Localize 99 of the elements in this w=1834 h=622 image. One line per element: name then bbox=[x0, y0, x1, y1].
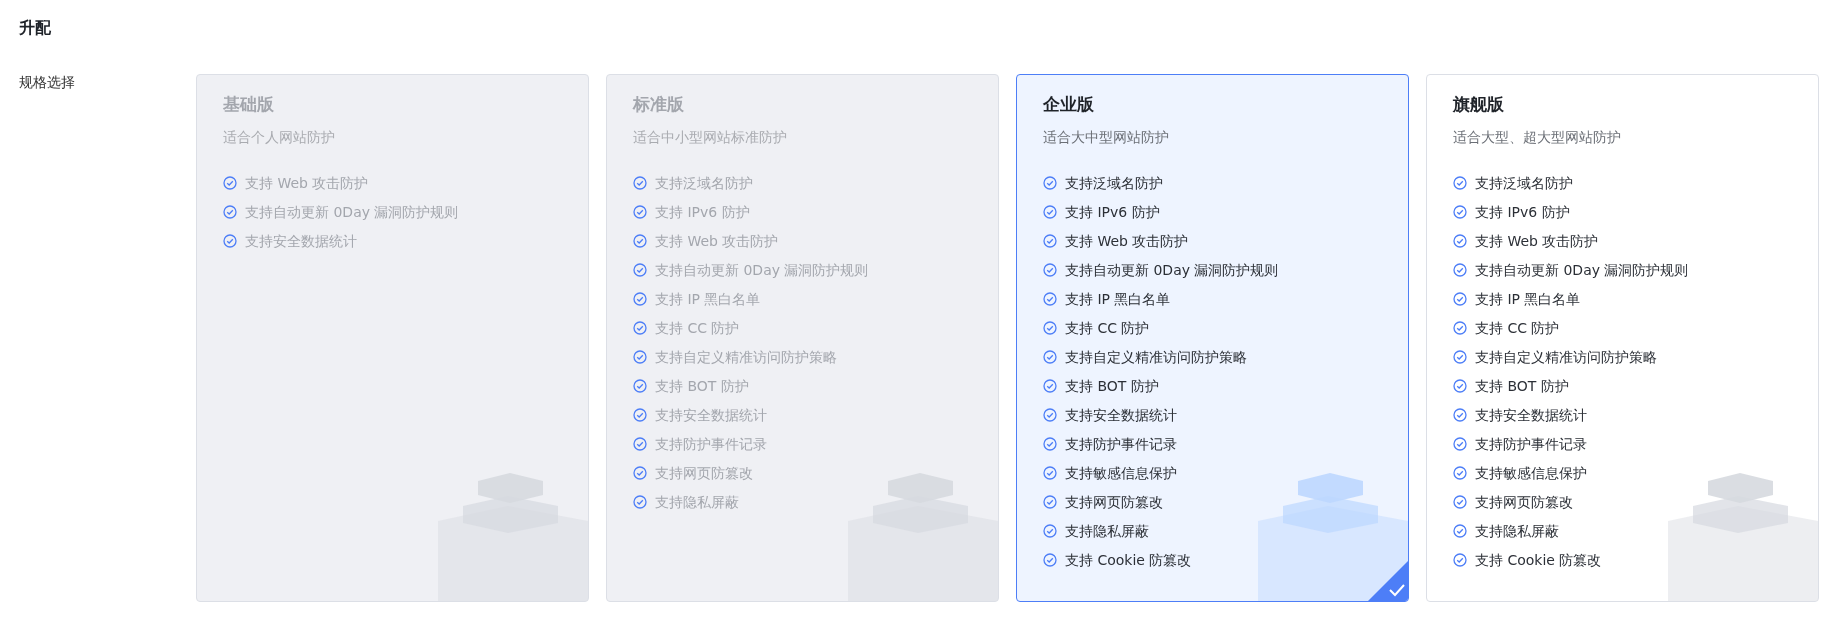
feature-text: 支持 CC 防护 bbox=[655, 319, 740, 338]
check-circle-icon bbox=[1453, 234, 1467, 248]
check-circle-icon bbox=[1453, 466, 1467, 480]
check-circle-icon bbox=[633, 466, 647, 480]
feature-text: 支持 Web 攻击防护 bbox=[1065, 232, 1189, 251]
feature-text: 支持泛域名防护 bbox=[1475, 174, 1573, 193]
check-circle-icon bbox=[633, 495, 647, 509]
feature-text: 支持自定义精准访问防护策略 bbox=[1475, 348, 1657, 367]
feature-text: 支持安全数据统计 bbox=[245, 232, 357, 251]
feature-text: 支持 BOT 防护 bbox=[1475, 377, 1569, 396]
plan-description: 适合大型、超大型网站防护 bbox=[1453, 129, 1622, 147]
check-circle-icon bbox=[633, 176, 647, 190]
feature-text: 支持敏感信息保护 bbox=[1475, 464, 1587, 483]
feature-text: 支持自动更新 0Day 漏洞防护规则 bbox=[1065, 261, 1279, 280]
feature-text: 支持 IP 黑白名单 bbox=[655, 290, 761, 309]
feature-text: 支持 IP 黑白名单 bbox=[1065, 290, 1171, 309]
feature-text: 支持防护事件记录 bbox=[1475, 435, 1587, 454]
feature-text: 支持 Web 攻击防护 bbox=[245, 174, 369, 193]
feature-text: 支持 IPv6 防护 bbox=[655, 203, 750, 222]
check-circle-icon bbox=[633, 292, 647, 306]
check-circle-icon bbox=[633, 234, 647, 248]
check-circle-icon bbox=[1043, 234, 1057, 248]
check-circle-icon bbox=[633, 437, 647, 451]
check-circle-icon bbox=[1043, 292, 1057, 306]
check-circle-icon bbox=[223, 205, 237, 219]
check-circle-icon bbox=[223, 234, 237, 248]
feature-text: 支持网页防篡改 bbox=[655, 464, 753, 483]
plan-description: 适合中小型网站标准防护 bbox=[633, 129, 788, 147]
check-circle-icon bbox=[1453, 205, 1467, 219]
feature-text: 支持 BOT 防护 bbox=[1065, 377, 1159, 396]
check-circle-icon bbox=[1043, 437, 1057, 451]
feature-text: 支持 IP 黑白名单 bbox=[1475, 290, 1581, 309]
feature-text: 支持敏感信息保护 bbox=[1065, 464, 1177, 483]
feature-text: 支持 Cookie 防篡改 bbox=[1065, 551, 1192, 570]
selected-corner-icon bbox=[1368, 561, 1408, 601]
feature-text: 支持安全数据统计 bbox=[1065, 406, 1177, 425]
feature-text: 支持泛域名防护 bbox=[655, 174, 753, 193]
check-circle-icon bbox=[1043, 205, 1057, 219]
check-circle-icon bbox=[1453, 379, 1467, 393]
page-title: 升配 bbox=[19, 18, 52, 39]
check-circle-icon bbox=[1043, 466, 1057, 480]
check-circle-icon bbox=[223, 176, 237, 190]
feature-text: 支持 IPv6 防护 bbox=[1065, 203, 1160, 222]
feature-text: 支持隐私屏蔽 bbox=[1475, 522, 1559, 541]
field-label: 规格选择 bbox=[19, 74, 76, 92]
feature-text: 支持 CC 防护 bbox=[1475, 319, 1560, 338]
check-circle-icon bbox=[1453, 437, 1467, 451]
check-circle-icon bbox=[633, 205, 647, 219]
feature-text: 支持安全数据统计 bbox=[655, 406, 767, 425]
feature-text: 支持自动更新 0Day 漏洞防护规则 bbox=[655, 261, 869, 280]
check-circle-icon bbox=[633, 350, 647, 364]
feature-text: 支持自动更新 0Day 漏洞防护规则 bbox=[245, 203, 459, 222]
check-circle-icon bbox=[1043, 263, 1057, 277]
feature-text: 支持安全数据统计 bbox=[1475, 406, 1587, 425]
feature-text: 支持隐私屏蔽 bbox=[655, 493, 739, 512]
feature-text: 支持泛域名防护 bbox=[1065, 174, 1163, 193]
feature-text: 支持防护事件记录 bbox=[1065, 435, 1177, 454]
check-circle-icon bbox=[1453, 176, 1467, 190]
check-circle-icon bbox=[1043, 350, 1057, 364]
feature-text: 支持网页防篡改 bbox=[1475, 493, 1573, 512]
check-circle-icon bbox=[1453, 408, 1467, 422]
feature-text: 支持防护事件记录 bbox=[655, 435, 767, 454]
check-circle-icon bbox=[1453, 321, 1467, 335]
check-circle-icon bbox=[633, 408, 647, 422]
plan-card[interactable]: 企业版 适合大中型网站防护 支持泛域名防护 支持 IPv6 防护 支持 Web 攻击防护 支持自动更新 0Day 漏洞防护规则 支持 IP 黑白名单 支持 CC 防护 支持自定义精准访问防护策略 支持 BOT 防护 支持安全数据统计 支持防护事件记录 支持敏感信息保护 支持网页防篡改 支持隐私屏蔽 支持 Cookie 防篡改 bbox=[1016, 74, 1409, 602]
check-circle-icon bbox=[633, 321, 647, 335]
check-circle-icon bbox=[1043, 524, 1057, 538]
check-circle-icon bbox=[1043, 495, 1057, 509]
check-circle-icon bbox=[1043, 553, 1057, 567]
feature-text: 支持自定义精准访问防护策略 bbox=[1065, 348, 1247, 367]
check-circle-icon bbox=[633, 263, 647, 277]
check-circle-icon bbox=[1453, 553, 1467, 567]
plan-card[interactable]: 旗舰版 适合大型、超大型网站防护 支持泛域名防护 支持 IPv6 防护 支持 Web 攻击防护 支持自动更新 0Day 漏洞防护规则 支持 IP 黑白名单 支持 CC 防护 支持自定义精准访问防护策略 支持 BOT 防护 支持安全数据统计 支持防护事件记录 支持敏感信息保护 支持网页防篡改 支持隐私屏蔽 支持 Cookie 防篡改 bbox=[1426, 74, 1819, 602]
feature-text: 支持自定义精准访问防护策略 bbox=[655, 348, 837, 367]
feature-text: 支持 Web 攻击防护 bbox=[655, 232, 779, 251]
check-circle-icon bbox=[1453, 524, 1467, 538]
check-circle-icon bbox=[1043, 379, 1057, 393]
feature-text: 支持自动更新 0Day 漏洞防护规则 bbox=[1475, 261, 1689, 280]
plan-description: 适合个人网站防护 bbox=[223, 129, 336, 147]
check-circle-icon bbox=[1043, 408, 1057, 422]
plan-name: 基础版 bbox=[223, 93, 275, 116]
check-circle-icon bbox=[1453, 495, 1467, 509]
plan-name: 标准版 bbox=[633, 93, 685, 116]
check-circle-icon bbox=[1043, 176, 1057, 190]
check-circle-icon bbox=[1043, 321, 1057, 335]
check-circle-icon bbox=[633, 379, 647, 393]
feature-text: 支持 CC 防护 bbox=[1065, 319, 1150, 338]
check-circle-icon bbox=[1453, 292, 1467, 306]
check-circle-icon bbox=[1453, 263, 1467, 277]
plan-description: 适合大中型网站防护 bbox=[1043, 129, 1170, 147]
feature-text: 支持网页防篡改 bbox=[1065, 493, 1163, 512]
plan-name: 旗舰版 bbox=[1453, 93, 1505, 116]
check-circle-icon bbox=[1453, 350, 1467, 364]
feature-text: 支持隐私屏蔽 bbox=[1065, 522, 1149, 541]
feature-text: 支持 IPv6 防护 bbox=[1475, 203, 1570, 222]
feature-text: 支持 BOT 防护 bbox=[655, 377, 749, 396]
feature-text: 支持 Cookie 防篡改 bbox=[1475, 551, 1602, 570]
plan-name: 企业版 bbox=[1043, 93, 1095, 116]
feature-text: 支持 Web 攻击防护 bbox=[1475, 232, 1599, 251]
